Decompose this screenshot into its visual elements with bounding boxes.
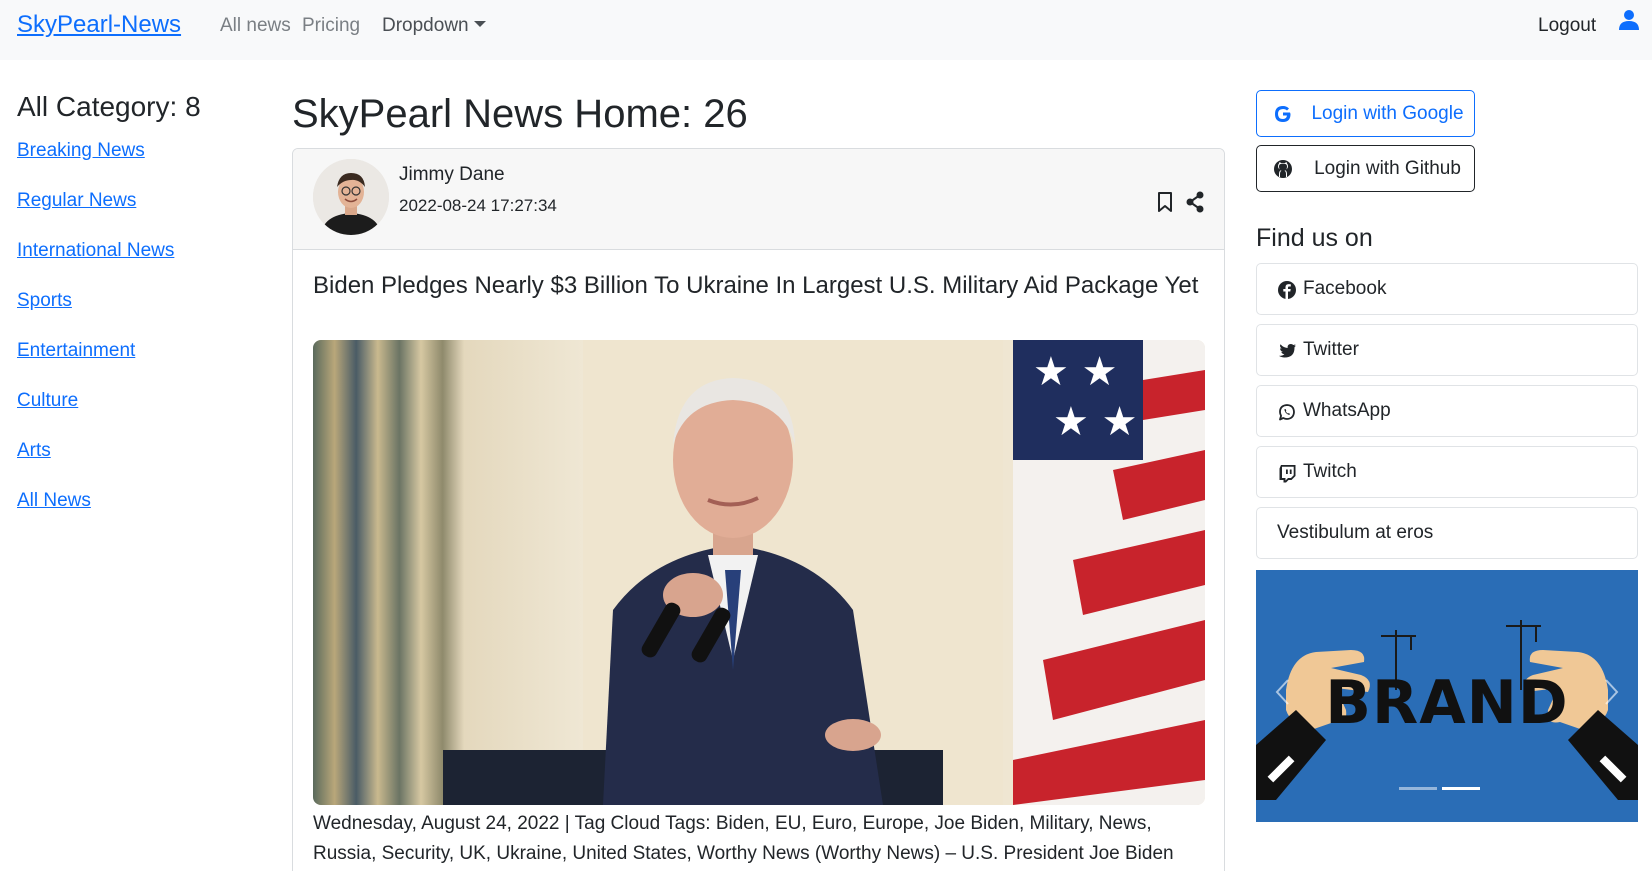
chevron-right-icon[interactable] — [1604, 678, 1620, 706]
category-title: All Category: 8 — [17, 91, 201, 122]
category-item: Regular News — [17, 190, 174, 240]
social-label: Facebook — [1303, 278, 1387, 299]
facebook-icon — [1278, 281, 1296, 299]
twitter-icon — [1278, 344, 1296, 358]
social-label: Vestibulum at eros — [1277, 522, 1434, 543]
login-google-label: Login with Google — [1311, 103, 1464, 124]
brand-carousel[interactable]: BRAND — [1256, 570, 1638, 822]
category-item: International News — [17, 240, 174, 290]
nav-all-news[interactable]: All news — [220, 15, 291, 37]
svg-text:★ ★: ★ ★ — [1053, 399, 1137, 445]
social-item-whatsapp[interactable]: WhatsApp — [1256, 385, 1638, 437]
category-link-breaking-news[interactable]: Breaking News — [17, 140, 145, 161]
category-item: Culture — [17, 390, 174, 440]
category-link-international-news[interactable]: International News — [17, 240, 174, 261]
social-label: WhatsApp — [1303, 400, 1391, 421]
user-icon[interactable] — [1618, 9, 1640, 31]
news-card: Jimmy Dane 2022-08-24 17:27:34 Biden Ple… — [292, 148, 1225, 871]
social-item-facebook[interactable]: Facebook — [1256, 263, 1638, 315]
carousel-indicator-1[interactable] — [1399, 787, 1437, 790]
category-link-sports[interactable]: Sports — [17, 290, 72, 311]
social-item-twitter[interactable]: Twitter — [1256, 324, 1638, 376]
category-link-regular-news[interactable]: Regular News — [17, 190, 136, 211]
category-item: Sports — [17, 290, 174, 340]
login-github-label: Login with Github — [1314, 158, 1461, 179]
nav-pricing[interactable]: Pricing — [302, 15, 360, 37]
nav-dropdown[interactable]: Dropdown — [382, 15, 486, 37]
carousel-indicator-2[interactable] — [1442, 787, 1480, 790]
bookmark-icon[interactable] — [1156, 191, 1174, 213]
twitch-icon — [1279, 465, 1296, 483]
social-label: Twitter — [1303, 339, 1359, 360]
category-item: Arts — [17, 440, 174, 490]
chevron-left-icon[interactable] — [1274, 678, 1290, 706]
category-link-all-news[interactable]: All News — [17, 490, 91, 511]
whatsapp-icon — [1279, 404, 1295, 421]
author-avatar — [313, 159, 389, 235]
category-item: All News — [17, 490, 174, 540]
card-header: Jimmy Dane 2022-08-24 17:27:34 — [293, 149, 1224, 250]
category-link-arts[interactable]: Arts — [17, 440, 51, 461]
carousel-brand-text: BRAND — [1325, 668, 1569, 738]
category-item: Entertainment — [17, 340, 174, 390]
google-icon — [1275, 106, 1291, 122]
github-icon — [1274, 160, 1292, 178]
category-link-entertainment[interactable]: Entertainment — [17, 340, 135, 361]
navbar: SkyPearl-News All news Pricing Dropdown … — [0, 0, 1652, 60]
post-date: 2022-08-24 17:27:34 — [399, 196, 557, 215]
share-icon[interactable] — [1185, 191, 1205, 213]
brand-link[interactable]: SkyPearl-News — [17, 11, 181, 39]
category-item: Breaking News — [17, 140, 174, 190]
svg-text:★ ★: ★ ★ — [1033, 349, 1117, 395]
social-list: Facebook Twitter WhatsApp Twitch Vestibu… — [1256, 263, 1638, 568]
login-github-button[interactable]: Login with Github — [1256, 145, 1475, 192]
post-excerpt: Wednesday, August 24, 2022 | Tag Cloud T… — [313, 813, 1174, 864]
post-headline[interactable]: Biden Pledges Nearly $3 Billion To Ukrai… — [313, 271, 1213, 301]
login-google-button[interactable]: Login with Google — [1256, 90, 1475, 137]
nav-dropdown-label: Dropdown — [382, 15, 469, 36]
page-title: SkyPearl News Home: 26 — [292, 92, 748, 136]
logout-link[interactable]: Logout — [1538, 15, 1596, 37]
category-list: Breaking News Regular News International… — [17, 140, 174, 540]
social-item-twitch[interactable]: Twitch — [1256, 446, 1638, 498]
caret-down-icon — [473, 21, 486, 27]
find-us-title: Find us on — [1256, 224, 1373, 252]
social-item-vestibulum[interactable]: Vestibulum at eros — [1256, 507, 1638, 559]
post-image[interactable]: ★ ★ ★ ★ — [313, 340, 1205, 805]
social-label: Twitch — [1303, 461, 1357, 482]
category-link-culture[interactable]: Culture — [17, 390, 78, 411]
author-name[interactable]: Jimmy Dane — [399, 164, 505, 186]
